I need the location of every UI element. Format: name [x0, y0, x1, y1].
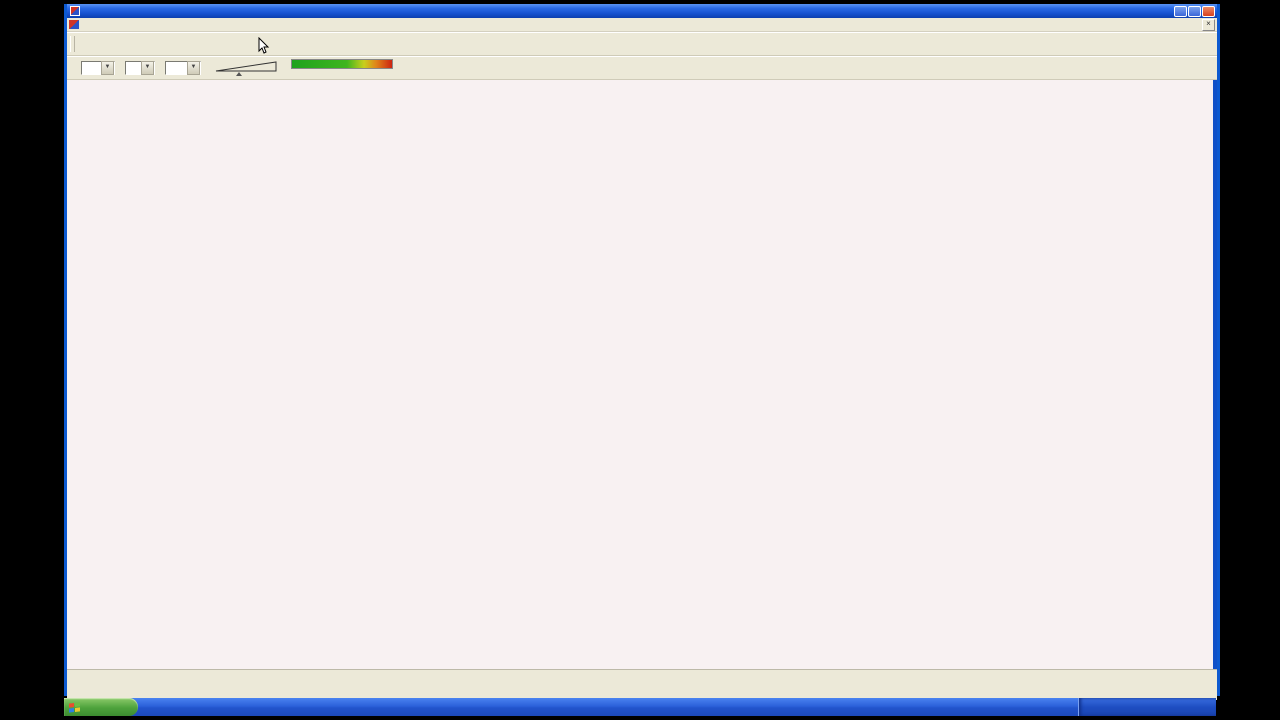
- playback-channel-select[interactable]: ▼: [81, 61, 115, 75]
- mdi-close-icon[interactable]: ×: [1202, 19, 1215, 31]
- system-tray: [1078, 698, 1216, 716]
- audio-toolbar: ▼ ▼ ▼: [67, 56, 1217, 80]
- toolbar: [67, 32, 1217, 56]
- level-meter-bar: [291, 59, 393, 69]
- chevron-down-icon[interactable]: ▼: [141, 61, 154, 75]
- maximize-button[interactable]: [1188, 6, 1201, 17]
- minimize-button[interactable]: [1174, 6, 1187, 17]
- close-button[interactable]: [1202, 6, 1215, 17]
- highcut-filter-select[interactable]: ▼: [165, 61, 201, 75]
- chevron-down-icon[interactable]: ▼: [187, 61, 200, 75]
- waveform-area: [67, 80, 1217, 669]
- volume-slider[interactable]: [215, 60, 279, 76]
- app-icon: [70, 6, 80, 16]
- status-filler: [67, 669, 1217, 680]
- title-bar[interactable]: [67, 4, 1217, 18]
- lowcut-filter-select[interactable]: ▼: [125, 61, 155, 75]
- document-icon: [69, 20, 79, 29]
- screen: × ▼ ▼ ▼: [0, 0, 1280, 720]
- start-button[interactable]: [64, 698, 138, 716]
- level-meter: [291, 58, 441, 78]
- chevron-down-icon[interactable]: ▼: [101, 61, 114, 75]
- mouse-cursor: [258, 37, 270, 55]
- menu-bar: ×: [67, 18, 1217, 32]
- mcgview-window: × ▼ ▼ ▼: [64, 4, 1220, 696]
- windows-flag-icon: [69, 702, 80, 712]
- status-bar-row1: [67, 680, 1217, 690]
- channel-label-column: [67, 80, 133, 669]
- waveform-canvas[interactable]: [133, 80, 1213, 669]
- toolbar-grip[interactable]: [70, 36, 75, 52]
- taskbar: [64, 698, 1216, 716]
